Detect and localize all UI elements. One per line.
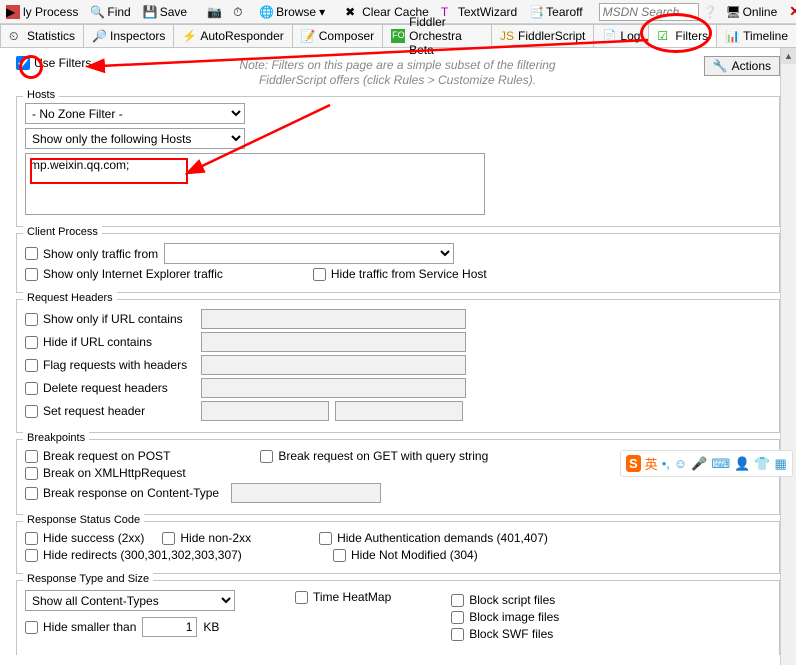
hosts-legend: Hosts	[23, 89, 59, 101]
ime-user-icon[interactable]: 👤	[734, 456, 750, 472]
hide-auth-checkbox[interactable]: Hide Authentication demands (401,407)	[319, 531, 548, 545]
set-header-name[interactable]	[201, 401, 329, 421]
tab-filters[interactable]: ☑Filters	[648, 24, 717, 47]
toolbar-save[interactable]: 💾Save	[139, 5, 191, 19]
toolbar-browse[interactable]: 🌐Browse ▾	[255, 5, 329, 19]
client-process-group: Client Process Show only traffic from Sh…	[16, 233, 780, 293]
status-code-group: Response Status Code Hide success (2xx) …	[16, 521, 780, 574]
flag-headers-checkbox[interactable]: Flag requests with headers	[25, 358, 195, 372]
ime-keyboard-icon[interactable]: ⌨	[711, 456, 730, 472]
actions-button[interactable]: 🔧Actions	[704, 56, 780, 76]
smaller-value[interactable]	[142, 617, 197, 637]
block-image-checkbox[interactable]: Block image files	[451, 610, 559, 624]
tab-log[interactable]: 📄Log	[593, 24, 649, 47]
hosts-textarea[interactable]: mp.weixin.qq.com;	[25, 153, 485, 215]
toolbar-find[interactable]: 🔍Find	[86, 5, 134, 19]
use-filters-checkbox[interactable]: Use Filters	[16, 56, 91, 70]
toolbar-process[interactable]: ▶ly Process	[2, 5, 82, 19]
break-ct-field[interactable]	[231, 483, 381, 503]
filters-note: Note: Filters on this page are a simple …	[99, 56, 695, 88]
sogou-icon[interactable]: S	[626, 455, 641, 472]
hide-smaller-checkbox[interactable]: Hide smaller than	[25, 620, 136, 634]
ime-menu-icon[interactable]: ▦	[774, 456, 786, 472]
block-swf-checkbox[interactable]: Block SWF files	[451, 627, 559, 641]
hide-redirects-checkbox[interactable]: Hide redirects (300,301,302,303,307)	[25, 548, 315, 562]
tab-orchestra[interactable]: FOFiddler Orchestra Beta	[382, 24, 492, 47]
ime-mic-icon[interactable]: 🎤	[691, 456, 707, 472]
scroll-up-icon[interactable]: ▲	[781, 48, 796, 64]
toolbar-online[interactable]: 🖥Online	[722, 5, 782, 19]
tab-fiddlerscript[interactable]: JSFiddlerScript	[491, 24, 594, 47]
help-icon[interactable]: ❔	[703, 5, 718, 19]
kb-label: KB	[203, 620, 219, 634]
ie-only-checkbox[interactable]: Show only Internet Explorer traffic	[25, 267, 223, 281]
hide-url-checkbox[interactable]: Hide if URL contains	[25, 335, 195, 349]
break-post-checkbox[interactable]: Break request on POST	[25, 449, 170, 463]
main-toolbar: ▶ly Process 🔍Find 💾Save 📷 ⏱ 🌐Browse ▾ ✖C…	[0, 0, 796, 24]
tab-timeline[interactable]: 📊Timeline	[716, 24, 796, 47]
hide-2xx-checkbox[interactable]: Hide success (2xx)	[25, 531, 144, 545]
toolbar-icon1[interactable]: 📷	[203, 5, 225, 19]
ime-palette[interactable]: S 英 •, ☺ 🎤 ⌨ 👤 👕 ▦	[620, 450, 793, 477]
toolbar-icon2[interactable]: ⏱	[229, 5, 251, 19]
content-type-select[interactable]: Show all Content-Types	[25, 590, 235, 611]
filters-panel: Use Filters Note: Filters on this page a…	[0, 48, 796, 665]
toolbar-tearoff[interactable]: 📑Tearoff	[525, 5, 586, 19]
msdn-search: ❔ 🖥Online ✕	[599, 3, 796, 21]
ime-skin-icon[interactable]: 👕	[754, 456, 770, 472]
time-heatmap-checkbox[interactable]: Time HeatMap	[295, 590, 391, 604]
hosts-group: Hosts - No Zone Filter - Show only the f…	[16, 96, 780, 227]
hide-url-field[interactable]	[201, 332, 466, 352]
delete-headers-checkbox[interactable]: Delete request headers	[25, 381, 195, 395]
show-url-field[interactable]	[201, 309, 466, 329]
hide-servicehost-checkbox[interactable]: Hide traffic from Service Host	[313, 267, 487, 281]
set-header-value[interactable]	[335, 401, 463, 421]
tab-bar: ⏲Statistics 🔎Inspectors ⚡AutoResponder 📝…	[0, 24, 796, 48]
response-type-group: Response Type and Size Show all Content-…	[16, 580, 780, 655]
zone-filter-select[interactable]: - No Zone Filter -	[25, 103, 245, 124]
reqh-legend: Request Headers	[23, 292, 117, 304]
tab-statistics[interactable]: ⏲Statistics	[0, 24, 84, 47]
ime-punct-icon[interactable]: •,	[662, 456, 670, 471]
block-script-checkbox[interactable]: Block script files	[451, 593, 559, 607]
tab-inspectors[interactable]: 🔎Inspectors	[83, 24, 174, 47]
tab-composer[interactable]: 📝Composer	[292, 24, 383, 47]
show-traffic-from-checkbox[interactable]: Show only traffic from	[25, 247, 158, 261]
close-icon[interactable]: ✕	[785, 3, 796, 20]
hide-304-checkbox[interactable]: Hide Not Modified (304)	[333, 548, 478, 562]
break-get-checkbox[interactable]: Break request on GET with query string	[260, 449, 488, 463]
flag-headers-field[interactable]	[201, 355, 466, 375]
show-url-checkbox[interactable]: Show only if URL contains	[25, 312, 195, 326]
client-legend: Client Process	[23, 226, 102, 238]
bp-legend: Breakpoints	[23, 432, 89, 444]
msdn-input[interactable]	[599, 3, 699, 21]
vertical-scrollbar[interactable]: ▲	[780, 48, 796, 665]
process-select[interactable]	[164, 243, 454, 264]
ime-lang-icon[interactable]: 英	[645, 454, 658, 473]
request-headers-group: Request Headers Show only if URL contain…	[16, 299, 780, 433]
delete-headers-field[interactable]	[201, 378, 466, 398]
hide-non2xx-checkbox[interactable]: Hide non-2xx	[162, 531, 251, 545]
set-header-checkbox[interactable]: Set request header	[25, 404, 195, 418]
ime-emoji-icon[interactable]: ☺	[674, 456, 687, 471]
rtype-legend: Response Type and Size	[23, 573, 153, 585]
break-xhr-checkbox[interactable]: Break on XMLHttpRequest	[25, 466, 186, 480]
status-legend: Response Status Code	[23, 514, 144, 526]
host-mode-select[interactable]: Show only the following Hosts	[25, 128, 245, 149]
tab-autoresponder[interactable]: ⚡AutoResponder	[173, 24, 292, 47]
break-ct-checkbox[interactable]: Break response on Content-Type	[25, 486, 225, 500]
